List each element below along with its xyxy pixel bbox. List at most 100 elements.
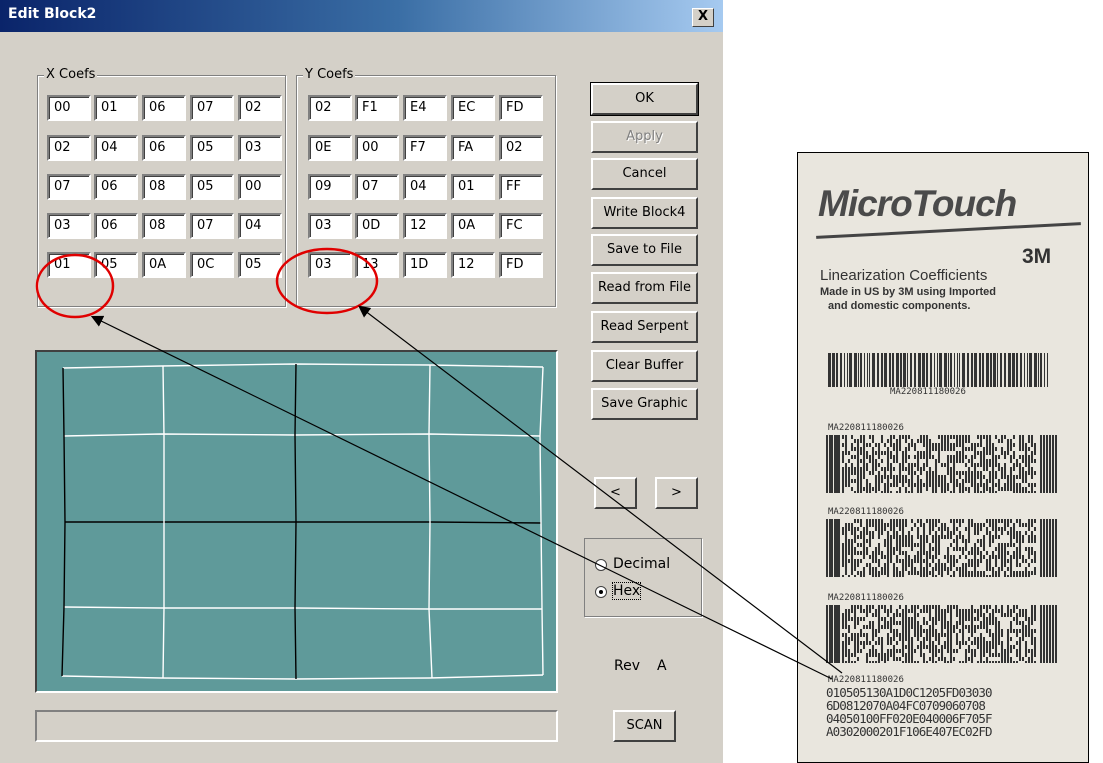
y-coefs-cell[interactable]: 03 bbox=[308, 252, 352, 278]
y-coefs-cell[interactable]: 00 bbox=[355, 135, 399, 161]
linearization-grid-graphic bbox=[61, 363, 544, 680]
y-coefs-cell[interactable]: 1D bbox=[403, 252, 447, 278]
y-coefs-cell[interactable]: EC bbox=[451, 95, 495, 121]
y-coefs-cell[interactable]: 07 bbox=[355, 174, 399, 200]
x-coefs-cell[interactable]: 0C bbox=[190, 252, 234, 278]
grid-line bbox=[63, 606, 542, 610]
title-bar[interactable]: Edit Block2 X bbox=[0, 0, 723, 32]
x-coefs-cell[interactable]: 00 bbox=[238, 174, 282, 200]
prev-button[interactable]: < bbox=[594, 477, 637, 509]
hex-radio[interactable] bbox=[595, 586, 607, 598]
y-coefs-cell[interactable]: 01 bbox=[451, 174, 495, 200]
grid-line bbox=[65, 521, 542, 524]
cancel-button[interactable]: Cancel bbox=[591, 158, 698, 190]
x-coefs-cell[interactable]: 05 bbox=[190, 174, 234, 200]
x-coefs-cell[interactable]: 05 bbox=[94, 252, 138, 278]
x-coefs-cell[interactable]: 06 bbox=[142, 135, 186, 161]
y-coefs-cell[interactable]: 03 bbox=[308, 213, 352, 239]
scan-button[interactable]: SCAN bbox=[613, 710, 676, 742]
y-coefs-cell[interactable]: 0D bbox=[355, 213, 399, 239]
x-coefs-cell[interactable]: 08 bbox=[142, 213, 186, 239]
read-from-file-button[interactable]: Read from File bbox=[591, 272, 698, 304]
save-graphic-button[interactable]: Save Graphic bbox=[591, 388, 698, 420]
x-coefs-label: X Coefs bbox=[44, 67, 98, 82]
grid-line bbox=[539, 366, 544, 676]
next-button[interactable]: > bbox=[655, 477, 698, 509]
close-button[interactable]: X bbox=[692, 8, 714, 27]
y-coefs-cell[interactable]: 0A bbox=[451, 213, 495, 239]
pdf417-barcode-2 bbox=[826, 519, 1057, 577]
x-coefs-cell[interactable]: 07 bbox=[190, 213, 234, 239]
decimal-radio[interactable] bbox=[595, 559, 607, 571]
y-coefs-cell[interactable]: 0E bbox=[308, 135, 352, 161]
edit-block-dialog: Edit Block2 X X Coefs Y Coefs 00 01 06 07 02… bbox=[0, 0, 723, 763]
x-coefs-cell[interactable]: 03 bbox=[47, 213, 91, 239]
grid-line bbox=[61, 674, 544, 680]
x-coefs-cell[interactable]: 02 bbox=[47, 135, 91, 161]
pdf417-barcode-1 bbox=[826, 435, 1057, 493]
y-coefs-cell[interactable]: FA bbox=[451, 135, 495, 161]
linear-barcode bbox=[828, 353, 1048, 387]
x-coefs-cell[interactable]: 01 bbox=[47, 252, 91, 278]
x-coefs-cell[interactable]: 08 bbox=[142, 174, 186, 200]
x-coefs-cell[interactable]: 00 bbox=[47, 95, 91, 121]
code-line: A0302000201F106E407EC02FD bbox=[826, 724, 993, 739]
status-field bbox=[35, 710, 558, 742]
clear-buffer-button[interactable]: Clear Buffer bbox=[591, 350, 698, 382]
hex-label: Hex bbox=[611, 582, 642, 600]
y-coefs-cell[interactable]: E4 bbox=[403, 95, 447, 121]
pdf417-barcode-3 bbox=[826, 605, 1057, 663]
x-coefs-cell[interactable]: 02 bbox=[238, 95, 282, 121]
decimal-label: Decimal bbox=[613, 556, 671, 572]
x-coefs-cell[interactable]: 03 bbox=[238, 135, 282, 161]
y-coefs-cell[interactable]: 13 bbox=[355, 252, 399, 278]
rev-value: A bbox=[657, 658, 667, 674]
grid-line bbox=[62, 363, 544, 369]
y-coefs-cell[interactable]: 09 bbox=[308, 174, 352, 200]
label-line-2: and domestic components. bbox=[828, 300, 971, 312]
ok-button[interactable]: OK bbox=[590, 82, 699, 116]
y-coefs-cell[interactable]: FD bbox=[499, 252, 543, 278]
number-format-group: Decimal Hex bbox=[584, 538, 702, 617]
serial-3: MA220811180026 bbox=[828, 593, 904, 603]
x-coefs-cell[interactable]: 01 bbox=[94, 95, 138, 121]
rev-label: Rev bbox=[614, 658, 640, 674]
x-coefs-cell[interactable]: 04 bbox=[94, 135, 138, 161]
y-coefs-cell[interactable]: 12 bbox=[451, 252, 495, 278]
y-coefs-cell[interactable]: F7 bbox=[403, 135, 447, 161]
window-title: Edit Block2 bbox=[8, 6, 97, 22]
y-coefs-cell[interactable]: FF bbox=[499, 174, 543, 200]
linearization-canvas bbox=[35, 350, 558, 693]
x-coefs-cell[interactable]: 07 bbox=[190, 95, 234, 121]
x-coefs-cell[interactable]: 05 bbox=[238, 252, 282, 278]
save-to-file-button[interactable]: Save to File bbox=[591, 234, 698, 266]
barcode-serial: MA220811180026 bbox=[890, 387, 966, 397]
y-coefs-cell[interactable]: F1 bbox=[355, 95, 399, 121]
y-coefs-cell[interactable]: FD bbox=[499, 95, 543, 121]
x-coefs-cell[interactable]: 05 bbox=[190, 135, 234, 161]
x-coefs-cell[interactable]: 06 bbox=[94, 213, 138, 239]
x-coefs-cell[interactable]: 04 bbox=[238, 213, 282, 239]
y-coefs-cell[interactable]: FC bbox=[499, 213, 543, 239]
read-serpent-button[interactable]: Read Serpent bbox=[591, 311, 698, 343]
serial-4: MA220811180026 bbox=[828, 675, 904, 685]
x-coefs-cell[interactable]: 06 bbox=[94, 174, 138, 200]
x-coefs-cell[interactable]: 0A bbox=[142, 252, 186, 278]
x-coefs-cell[interactable]: 07 bbox=[47, 174, 91, 200]
y-coefs-cell[interactable]: 02 bbox=[308, 95, 352, 121]
serial-2: MA220811180026 bbox=[828, 507, 904, 517]
y-coefs-cell[interactable]: 12 bbox=[403, 213, 447, 239]
write-block-button[interactable]: Write Block4 bbox=[591, 197, 698, 229]
apply-button[interactable]: Apply bbox=[591, 121, 698, 153]
grid-line bbox=[63, 433, 541, 437]
coefficient-code-block: 010505130A1D0C1205FD03030 6D0812070A04FC… bbox=[826, 686, 993, 739]
y-coefs-cell[interactable]: 04 bbox=[403, 174, 447, 200]
label-photo: MicroTouch 3M Linearization Coefficients… bbox=[797, 152, 1089, 763]
3m-logo: 3M bbox=[1022, 245, 1052, 268]
microtouch-logo: MicroTouch bbox=[818, 183, 1017, 224]
y-coefs-cell[interactable]: 02 bbox=[499, 135, 543, 161]
x-coefs-cell[interactable]: 06 bbox=[142, 95, 186, 121]
label-line-1: Made in US by 3M using Imported bbox=[820, 286, 997, 298]
label-heading: Linearization Coefficients bbox=[820, 267, 988, 284]
grid-line bbox=[61, 367, 66, 677]
